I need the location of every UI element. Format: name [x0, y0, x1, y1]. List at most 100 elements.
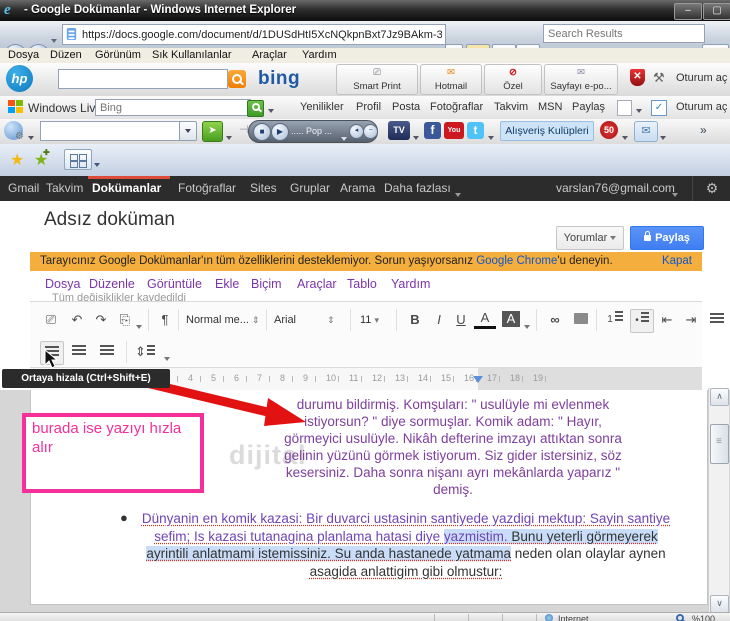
live-link-yenilikler[interactable]: Yenilikler [300, 101, 344, 113]
overflow-chevron[interactable]: » [700, 123, 707, 137]
wrench-icon[interactable]: ⚒ [653, 70, 665, 86]
menu-gorunum[interactable]: Görünüm [95, 49, 141, 61]
facebook-icon[interactable]: f [424, 122, 441, 139]
menu-sik-kullanilanlar[interactable]: Sık Kullanılanlar [152, 49, 232, 61]
styles-select[interactable]: Normal me... ⇕ [186, 309, 260, 331]
gbar-settings-gear-button[interactable]: ⚙ [692, 176, 730, 201]
player-stop-button[interactable]: ■ [253, 123, 271, 141]
gbar-more[interactable]: Daha fazlası [384, 181, 451, 195]
docs-menu-duzenle[interactable]: Düzenle [89, 277, 135, 291]
align-justify-button[interactable] [96, 341, 118, 363]
volume-mute-button[interactable]: − [363, 124, 378, 139]
gbar-arama[interactable]: Arama [340, 181, 375, 195]
numbered-list-button[interactable]: 1 [604, 309, 626, 331]
ozel-button[interactable]: ⊘ Özel [484, 64, 542, 95]
paint-format-button[interactable]: ⎘ [114, 309, 136, 331]
doc-title[interactable]: Adsız doküman [44, 209, 175, 231]
gbar-sites[interactable]: Sites [250, 181, 277, 195]
quick-tabs-dropdown[interactable] [94, 156, 100, 174]
outdent-button[interactable]: ⇤ [656, 309, 678, 331]
menu-duzen[interactable]: Düzen [50, 49, 82, 61]
share-button[interactable]: Paylaş [630, 226, 704, 250]
menu-dosya[interactable]: Dosya [8, 49, 39, 61]
search-input[interactable] [543, 24, 705, 43]
youtube-icon[interactable]: You [444, 122, 464, 139]
align-right-button[interactable] [68, 341, 90, 363]
paint-format-dropdown[interactable] [136, 318, 142, 336]
scroll-down-button[interactable]: ∨ [710, 595, 729, 613]
twitter-icon[interactable]: t [467, 122, 484, 139]
share-dropdown[interactable] [636, 105, 642, 117]
live-signin-link[interactable]: Oturum aç [676, 101, 727, 113]
volume-down-button[interactable]: ◂ [349, 124, 364, 139]
bold-button[interactable]: B [404, 309, 426, 331]
line-spacing-button[interactable]: ⇕ [134, 341, 156, 363]
player-play-button[interactable]: ▶ [271, 123, 289, 141]
live-link-paylas[interactable]: Paylaş [572, 101, 605, 113]
underline-button[interactable]: U [450, 309, 472, 331]
live-link-profil[interactable]: Profil [356, 101, 381, 113]
docs-menu-bicim[interactable]: Biçim [251, 277, 282, 291]
indent-button[interactable]: ⇥ [680, 309, 702, 331]
security-shield-icon[interactable]: ✕ [630, 69, 645, 86]
bing-logo[interactable]: bing [258, 68, 300, 90]
chrome-link[interactable]: Google Chrome [476, 255, 557, 267]
fifty-badge-icon[interactable]: 50 [600, 121, 618, 139]
url-text[interactable]: https://docs.google.com/document/d/1DUSd… [82, 29, 442, 41]
live-link-posta[interactable]: Posta [392, 101, 420, 113]
docs-menu-araclar[interactable]: Araçlar [297, 277, 337, 291]
font-select[interactable]: Arial ⇕ [274, 309, 344, 331]
docs-menu-tablo[interactable]: Tablo [347, 277, 377, 291]
print-button[interactable]: ⎚ [40, 309, 62, 331]
mail-icon[interactable]: ✉ [634, 121, 658, 142]
undo-button[interactable]: ↶ [66, 309, 88, 331]
live-link-msn[interactable]: MSN [538, 101, 562, 113]
hotmail-button[interactable]: ✉ Hotmail [420, 64, 482, 95]
docs-menu-dosya[interactable]: Dosya [45, 277, 80, 291]
font-size-select[interactable]: 11 ▾ [360, 309, 390, 331]
menu-araclar[interactable]: Araçlar [252, 49, 287, 61]
highlight-dropdown[interactable] [524, 318, 530, 336]
menu-yardim[interactable]: Yardım [302, 49, 337, 61]
comments-button[interactable]: Yorumlar [556, 226, 624, 250]
minimize-button[interactable]: – [674, 3, 702, 20]
hp-search-input[interactable] [58, 69, 228, 89]
live-search-button[interactable] [247, 100, 264, 117]
hp-signin-link[interactable]: Oturum aç [676, 72, 727, 84]
gbar-fotograflar[interactable]: Fotoğraflar [178, 181, 236, 195]
docs-menu-goruntule[interactable]: Görüntüle [147, 277, 202, 291]
quick-tabs-button[interactable] [64, 149, 92, 170]
format-roller-icon[interactable]: ¶ [154, 309, 176, 331]
highlight-color-button[interactable]: A [502, 311, 520, 327]
shopping-clubs-button[interactable]: Alışveriş Kulüpleri [500, 121, 594, 141]
combo-dropdown[interactable] [179, 121, 197, 141]
gbar-gmail[interactable]: Gmail [8, 181, 39, 195]
zoom-level[interactable]: %100 [692, 614, 715, 621]
live-search-dropdown[interactable] [268, 105, 274, 117]
smart-print-button[interactable]: ⎚ Smart Print [336, 64, 418, 95]
margin-marker-icon[interactable] [473, 376, 483, 383]
line-spacing-dropdown[interactable] [164, 350, 170, 368]
redo-button[interactable]: ↷ [90, 309, 112, 331]
live-link-fotograflar[interactable]: Fotoğraflar [430, 101, 483, 113]
live-search-input[interactable] [95, 99, 251, 116]
live-link-takvim[interactable]: Takvim [494, 101, 528, 113]
docs-menu-yardim[interactable]: Yardım [391, 277, 430, 291]
banner-close-link[interactable]: Kapat [662, 252, 692, 271]
address-field[interactable]: https://docs.google.com/document/d/1DUSd… [62, 24, 446, 45]
account-menu[interactable]: varslan76@gmail.com [556, 181, 675, 195]
scrollbar-thumb[interactable] [710, 424, 729, 464]
paragraph-2-bullet[interactable]: Dünyanin en komik kazasi: Bir duvarci us… [135, 510, 677, 580]
hp-search-button[interactable] [228, 70, 246, 88]
text-color-button[interactable]: A [474, 309, 496, 329]
page-share-icon[interactable] [617, 100, 632, 116]
scroll-up-button[interactable]: ∧ [710, 388, 729, 406]
maximize-button[interactable]: ▢ [703, 3, 730, 20]
bullet-list-button[interactable]: • [630, 309, 654, 333]
align-left-button[interactable] [706, 309, 728, 331]
gbar-gruplar[interactable]: Gruplar [290, 181, 330, 195]
launch-arrow-icon[interactable]: ➤ [202, 121, 223, 142]
gbar-dokumanlar[interactable]: Dokümanlar [92, 181, 161, 195]
tv-icon[interactable]: TV [388, 121, 410, 140]
insert-link-button[interactable]: ∞ [544, 309, 566, 331]
